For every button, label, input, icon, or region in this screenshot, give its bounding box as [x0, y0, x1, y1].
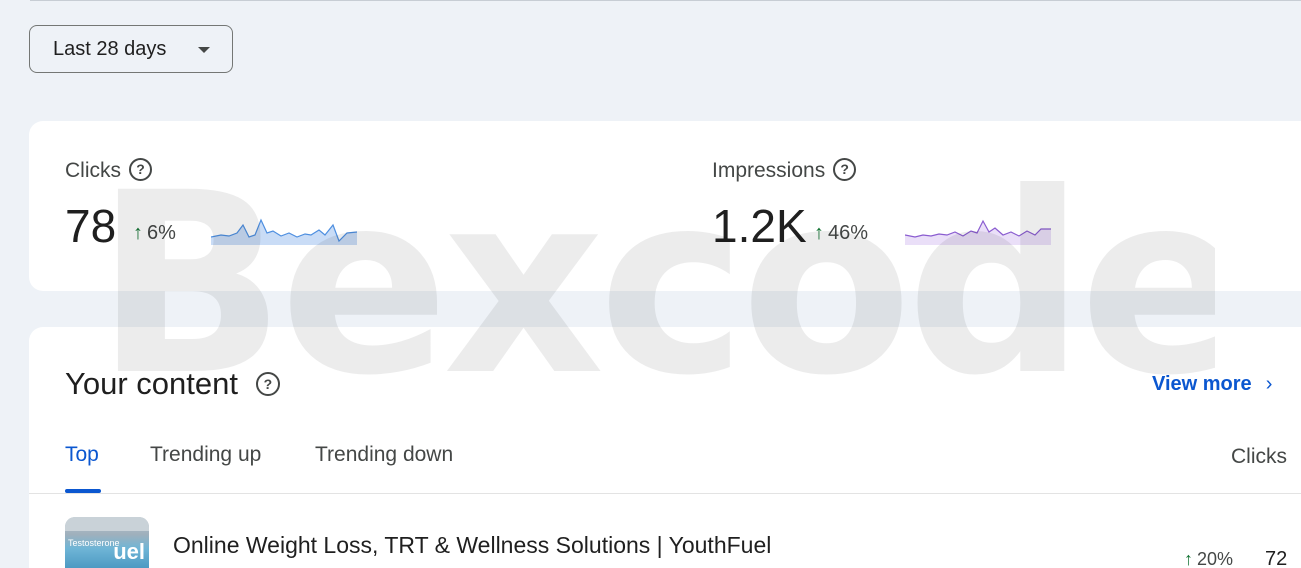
arrow-up-icon: ↑	[1184, 549, 1193, 568]
tab-trending-down[interactable]: Trending down	[315, 443, 453, 467]
help-icon[interactable]: ?	[129, 157, 152, 181]
metric-delta: ↑ 46%	[814, 222, 869, 244]
content-row-delta: ↑ 20%	[1184, 549, 1234, 568]
column-header-clicks: Clicks	[1231, 445, 1287, 468]
metric-value: 1.2K	[712, 200, 807, 252]
arrow-up-icon: ↑	[814, 222, 824, 244]
content-thumbnail[interactable]: Testosterone uel	[65, 517, 149, 568]
help-icon[interactable]: ?	[833, 157, 857, 181]
metric-value: 78	[65, 200, 117, 252]
your-content-card: Your content? View more › Top Trending up…	[29, 327, 1301, 568]
tabs-divider	[29, 493, 1301, 494]
arrow-up-icon: ↑	[133, 222, 143, 244]
metric-label: Impressions?	[712, 157, 857, 183]
tab-top[interactable]: Top	[65, 443, 99, 467]
metric-label: Clicks?	[65, 157, 152, 183]
date-range-dropdown[interactable]: Last 28 days	[29, 25, 233, 73]
view-more-link[interactable]: View more ›	[1152, 373, 1272, 396]
performance-summary-card: Clicks? 78 ↑ 6% Impressions? 1.2K ↑ 46%	[29, 121, 1301, 291]
content-row-title[interactable]: Online Weight Loss, TRT & Wellness Solut…	[173, 532, 771, 559]
impressions-sparkline	[905, 219, 1051, 245]
top-divider	[30, 0, 1301, 1]
tab-trending-up[interactable]: Trending up	[150, 443, 261, 467]
content-row-clicks: 72	[1265, 548, 1288, 568]
clicks-sparkline	[211, 218, 357, 245]
caret-down-icon	[198, 47, 210, 53]
date-range-label: Last 28 days	[53, 37, 167, 60]
metric-delta: ↑ 6%	[133, 222, 176, 244]
section-title: Your content?	[65, 366, 280, 402]
help-icon[interactable]: ?	[255, 371, 280, 396]
chevron-right-icon: ›	[1265, 373, 1273, 395]
